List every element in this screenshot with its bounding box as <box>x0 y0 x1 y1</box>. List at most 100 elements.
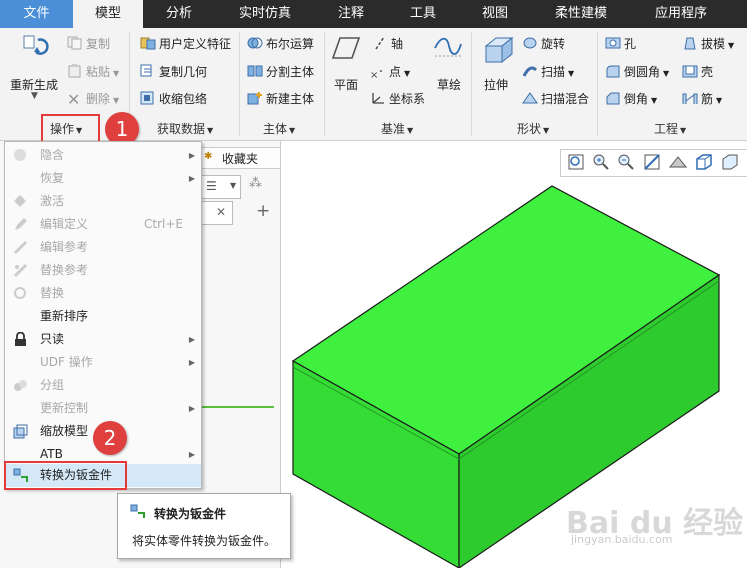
search-field[interactable]: ✕ <box>201 201 233 225</box>
tab-live-simulation[interactable]: 实时仿真 <box>215 0 315 28</box>
group-separator <box>239 32 240 136</box>
edit-references-icon <box>13 240 28 255</box>
boolean-button[interactable]: 布尔运算 <box>247 35 314 52</box>
udf-button[interactable]: 用户定义特征 <box>140 35 231 52</box>
insert-here-indicator <box>200 406 274 408</box>
csys-button[interactable]: 坐标系 <box>370 90 425 107</box>
sketch-icon[interactable] <box>433 34 463 63</box>
hole-icon <box>605 36 621 50</box>
swept-blend-button[interactable]: 扫描混合 <box>522 90 589 107</box>
sweep-button[interactable]: 扫描 ▼ <box>522 63 574 80</box>
point-button[interactable]: ×˟ 点 ▼ <box>370 63 410 84</box>
delete-x-icon: ✕ <box>67 90 81 109</box>
tab-model[interactable]: 模型 <box>73 0 143 28</box>
csys-icon <box>370 91 386 105</box>
rib-button[interactable]: 筋 ▼ <box>682 90 722 107</box>
sweep-icon <box>522 64 538 78</box>
split-body-button[interactable]: 分割主体 <box>247 63 314 80</box>
replace-references-icon <box>13 263 28 278</box>
scale-model-icon <box>13 424 28 439</box>
replace-icon <box>13 286 28 301</box>
tab-annotate[interactable]: 注释 <box>315 0 387 28</box>
menu-item-update-control[interactable]: 更新控制 ▶ <box>5 397 201 420</box>
round-button[interactable]: 倒圆角 ▼ <box>605 63 669 80</box>
add-icon[interactable]: + <box>256 201 270 221</box>
shell-button[interactable]: 壳 <box>682 63 713 80</box>
lock-icon <box>13 331 28 347</box>
chamfer-icon <box>605 91 621 105</box>
step-badge-2: 2 <box>93 421 127 455</box>
point-icon: ×˟ <box>370 70 384 81</box>
copy-geometry-button[interactable]: 复制几何 <box>140 63 207 80</box>
udf-icon <box>140 36 156 50</box>
sheetmetal-convert-icon <box>130 504 145 522</box>
menu-item-group[interactable]: 分组 <box>5 374 201 397</box>
menu-item-activate[interactable]: 激活 <box>5 190 201 213</box>
paste-icon <box>67 64 83 78</box>
menu-item-replace[interactable]: 替换 <box>5 282 201 305</box>
clear-x-icon[interactable]: ✕ <box>216 205 226 219</box>
tree-columns-icon[interactable]: ⁂ <box>249 176 262 191</box>
group-icon <box>13 378 28 393</box>
tree-filter-button[interactable]: ☰ ▼ <box>201 175 241 199</box>
regenerate-dropdown-icon[interactable]: ▼ <box>31 91 38 101</box>
tooltip-title: 转换为钣金件 <box>154 507 227 521</box>
convert-tooltip: 转换为钣金件 将实体零件转换为钣金件。 <box>117 493 291 559</box>
chevron-down-icon: ▼ <box>230 181 237 190</box>
menu-item-read-only[interactable]: 只读 ▶ <box>5 328 201 351</box>
menu-item-edit-references[interactable]: 编辑参考 <box>5 236 201 259</box>
tab-tools[interactable]: 工具 <box>387 0 459 28</box>
draft-button[interactable]: 拔模 ▼ <box>682 35 734 52</box>
group-separator <box>597 32 598 136</box>
paste-button[interactable]: 粘贴 ▼ <box>67 63 119 80</box>
new-body-button[interactable]: 新建主体 <box>247 90 314 107</box>
hole-button[interactable]: 孔 <box>605 35 636 52</box>
plane-button[interactable]: 平面 <box>334 76 358 93</box>
group-shapes-label[interactable]: 形状 ▼ <box>517 120 549 137</box>
menu-item-edit-definition[interactable]: 编辑定义 Ctrl+E <box>5 213 201 236</box>
tab-flexible-modeling[interactable]: 柔性建模 <box>531 0 631 28</box>
ribbon-tab-bar: 文件 模型 分析 实时仿真 注释 工具 视图 柔性建模 应用程序 <box>0 0 747 28</box>
delete-button[interactable]: ✕ 删除 ▼ <box>67 90 119 109</box>
graphics-viewport[interactable]: Bai du 经验 jingyan.baidu.com <box>281 141 747 568</box>
tab-applications[interactable]: 应用程序 <box>631 0 731 28</box>
group-datum-label[interactable]: 基准 ▼ <box>381 120 413 137</box>
shrinkwrap-icon <box>140 91 156 105</box>
favorites-tab[interactable]: ✱ 收藏夹 <box>199 147 281 169</box>
copy-button[interactable]: 复制 <box>67 35 110 52</box>
group-body-label[interactable]: 主体 ▼ <box>263 120 295 137</box>
split-body-icon <box>247 64 263 78</box>
extrude-icon[interactable] <box>482 34 514 67</box>
group-engineering-label[interactable]: 工程 ▼ <box>654 120 686 137</box>
round-icon <box>605 64 621 78</box>
copy-geometry-icon <box>140 64 156 78</box>
activate-icon <box>13 194 28 209</box>
menu-item-resume[interactable]: 恢复 ▶ <box>5 167 201 190</box>
group-get-data-label[interactable]: 获取数据 ▼ <box>157 120 213 137</box>
tab-analysis[interactable]: 分析 <box>143 0 215 28</box>
rib-icon <box>682 91 698 105</box>
copy-icon <box>67 36 83 50</box>
shrinkwrap-button[interactable]: 收缩包络 <box>140 90 207 107</box>
revolve-button[interactable]: 旋转 <box>522 35 565 52</box>
sketch-button[interactable]: 草绘 <box>437 76 461 93</box>
plane-icon[interactable] <box>331 36 361 63</box>
menu-item-replace-references[interactable]: 替换参考 <box>5 259 201 282</box>
convert-highlight-box <box>4 461 127 490</box>
tab-file[interactable]: 文件 <box>0 0 73 28</box>
edit-definition-icon <box>13 217 28 232</box>
menu-item-udf-operations[interactable]: UDF 操作 ▶ <box>5 351 201 374</box>
chamfer-button[interactable]: 倒角 ▼ <box>605 90 657 107</box>
group-separator <box>324 32 325 136</box>
baidu-watermark-url: jingyan.baidu.com <box>571 533 673 546</box>
axis-button[interactable]: 轴 <box>372 35 403 52</box>
suppress-icon <box>13 148 28 163</box>
extrude-button[interactable]: 拉伸 <box>484 76 508 93</box>
tab-view[interactable]: 视图 <box>459 0 531 28</box>
menu-item-reorder[interactable]: 重新排序 <box>5 305 201 328</box>
new-body-icon <box>247 91 263 105</box>
menu-item-suppress[interactable]: 隐含 ▶ <box>5 144 201 167</box>
shell-icon <box>682 64 698 78</box>
regenerate-icon[interactable] <box>20 32 50 65</box>
axis-icon <box>372 36 388 50</box>
